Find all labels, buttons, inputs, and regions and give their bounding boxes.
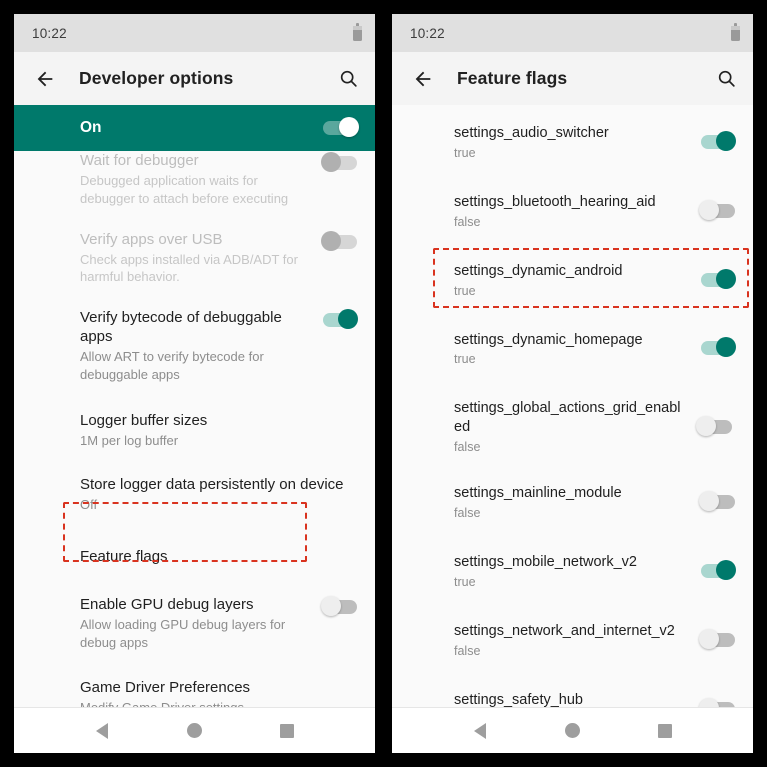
search-icon[interactable] bbox=[335, 66, 361, 92]
row-title: Logger buffer sizes bbox=[80, 411, 208, 429]
system-nav-bar bbox=[392, 707, 753, 753]
search-icon[interactable] bbox=[713, 66, 739, 92]
flag-row[interactable]: settings_network_and_internet_v2 false bbox=[392, 602, 753, 671]
master-switch-toggle[interactable] bbox=[323, 117, 359, 137]
row-title: Verify apps over USB bbox=[80, 230, 223, 248]
status-time: 10:22 bbox=[410, 25, 445, 41]
row-title: Enable GPU debug layers bbox=[80, 595, 254, 613]
flag-row[interactable]: settings_audio_switcher true bbox=[392, 105, 753, 173]
developer-options-list[interactable]: On Wait for debugger Debugged applicatio… bbox=[14, 105, 375, 707]
flag-row[interactable]: settings_mainline_module false bbox=[392, 467, 753, 533]
flag-toggle[interactable] bbox=[699, 697, 735, 707]
flag-row[interactable]: settings_dynamic_homepage true bbox=[392, 311, 753, 380]
nav-recent-icon[interactable] bbox=[272, 716, 302, 746]
flag-row[interactable]: settings_safety_hub false bbox=[392, 671, 753, 707]
nav-home-icon[interactable] bbox=[179, 716, 209, 746]
flag-name: settings_mainline_module bbox=[454, 485, 622, 502]
row-logger-buffer-sizes[interactable]: Logger buffer sizes 1M per log buffer bbox=[14, 395, 375, 461]
page-title: Feature flags bbox=[457, 68, 568, 88]
flag-name: settings_bluetooth_hearing_aid bbox=[454, 193, 656, 210]
flag-name: settings_audio_switcher bbox=[454, 125, 609, 141]
flag-name: settings_global_actions_grid_enabled bbox=[454, 400, 681, 436]
row-title: Feature flags bbox=[80, 547, 168, 565]
flag-value: true bbox=[454, 352, 476, 367]
row-feature-flags[interactable]: Feature flags bbox=[14, 525, 375, 586]
row-summary: Off bbox=[80, 496, 98, 512]
row-summary: Modify Game Driver settings bbox=[80, 699, 357, 707]
row-toggle bbox=[321, 152, 357, 172]
feature-flags-list[interactable]: settings_audio_switcher true settings_bl… bbox=[392, 105, 753, 707]
app-bar: Developer options bbox=[14, 52, 375, 105]
status-time: 10:22 bbox=[32, 25, 67, 41]
flag-value: false bbox=[454, 440, 481, 455]
flag-toggle[interactable] bbox=[699, 199, 735, 220]
page-title: Developer options bbox=[79, 68, 234, 88]
flag-value: false bbox=[454, 505, 481, 520]
row-summary: Allow loading GPU debug layers for debug… bbox=[80, 616, 286, 650]
row-summary: Allow ART to verify bytecode for debugga… bbox=[80, 349, 264, 383]
nav-home-icon[interactable] bbox=[557, 716, 587, 746]
flag-value: false bbox=[454, 643, 481, 658]
battery-icon bbox=[731, 22, 740, 41]
row-verify-bytecode[interactable]: Verify bytecode of debuggable apps Allow… bbox=[14, 297, 375, 395]
flag-row[interactable]: settings_dynamic_android true bbox=[392, 242, 753, 311]
flag-toggle[interactable] bbox=[701, 337, 736, 358]
screenshot-stage: 10:22 Developer options On Wait for debu… bbox=[0, 0, 767, 767]
master-switch-label: On bbox=[80, 119, 102, 136]
flag-toggle[interactable] bbox=[699, 628, 735, 649]
nav-back-icon[interactable] bbox=[465, 716, 495, 746]
row-title: Wait for debugger bbox=[80, 152, 199, 169]
row-toggle bbox=[321, 230, 357, 251]
status-bar: 10:22 bbox=[14, 14, 375, 52]
flag-value: true bbox=[454, 283, 476, 298]
flag-row[interactable]: settings_global_actions_grid_enabled fal… bbox=[392, 379, 753, 467]
flag-name: settings_network_and_internet_v2 bbox=[454, 622, 675, 639]
flag-name: settings_safety_hub bbox=[454, 691, 583, 707]
phone-developer-options: 10:22 Developer options On Wait for debu… bbox=[14, 14, 375, 753]
flag-name: settings_mobile_network_v2 bbox=[454, 553, 637, 570]
row-wait-for-debugger: Wait for debugger Debugged application w… bbox=[14, 140, 375, 219]
back-arrow-icon[interactable] bbox=[410, 66, 436, 92]
flag-row[interactable]: settings_bluetooth_hearing_aid false bbox=[392, 173, 753, 242]
flag-name: settings_dynamic_homepage bbox=[454, 331, 643, 348]
row-summary: Debugged application waits for debugger … bbox=[80, 173, 289, 206]
row-title: Verify bytecode of debuggable apps bbox=[80, 309, 282, 346]
back-arrow-icon[interactable] bbox=[32, 66, 58, 92]
flag-toggle[interactable] bbox=[699, 490, 735, 511]
phone-feature-flags: 10:22 Feature flags settings_audio_switc… bbox=[392, 14, 753, 753]
row-store-logger-data[interactable]: Store logger data persistently on device… bbox=[14, 461, 375, 525]
flag-value: false bbox=[454, 214, 481, 229]
row-enable-gpu-debug-layers[interactable]: Enable GPU debug layers Allow loading GP… bbox=[14, 586, 375, 663]
flag-toggle[interactable] bbox=[701, 268, 736, 289]
nav-recent-icon[interactable] bbox=[650, 716, 680, 746]
flag-toggle[interactable] bbox=[701, 130, 736, 151]
flag-toggle[interactable] bbox=[701, 559, 736, 580]
row-summary: 1M per log buffer bbox=[80, 432, 179, 448]
nav-back-icon[interactable] bbox=[87, 716, 117, 746]
row-toggle[interactable] bbox=[321, 595, 357, 616]
row-verify-apps-over-usb: Verify apps over USB Check apps installe… bbox=[14, 219, 375, 298]
flag-name: settings_dynamic_android bbox=[454, 262, 623, 279]
status-bar: 10:22 bbox=[392, 14, 753, 52]
row-title: Game Driver Preferences bbox=[80, 679, 251, 697]
flag-row[interactable]: settings_mobile_network_v2 true bbox=[392, 533, 753, 602]
flag-value: true bbox=[454, 574, 476, 589]
row-title: Store logger data persistently on device bbox=[80, 475, 344, 493]
system-nav-bar bbox=[14, 707, 375, 753]
battery-icon bbox=[353, 22, 362, 41]
flag-toggle[interactable] bbox=[696, 415, 732, 436]
row-game-driver-preferences[interactable]: Game Driver Preferences Modify Game Driv… bbox=[14, 662, 375, 707]
row-summary: Check apps installed via ADB/ADT for har… bbox=[80, 251, 298, 285]
flag-value: true bbox=[454, 145, 476, 160]
row-toggle[interactable] bbox=[323, 309, 358, 330]
app-bar: Feature flags bbox=[392, 52, 753, 105]
